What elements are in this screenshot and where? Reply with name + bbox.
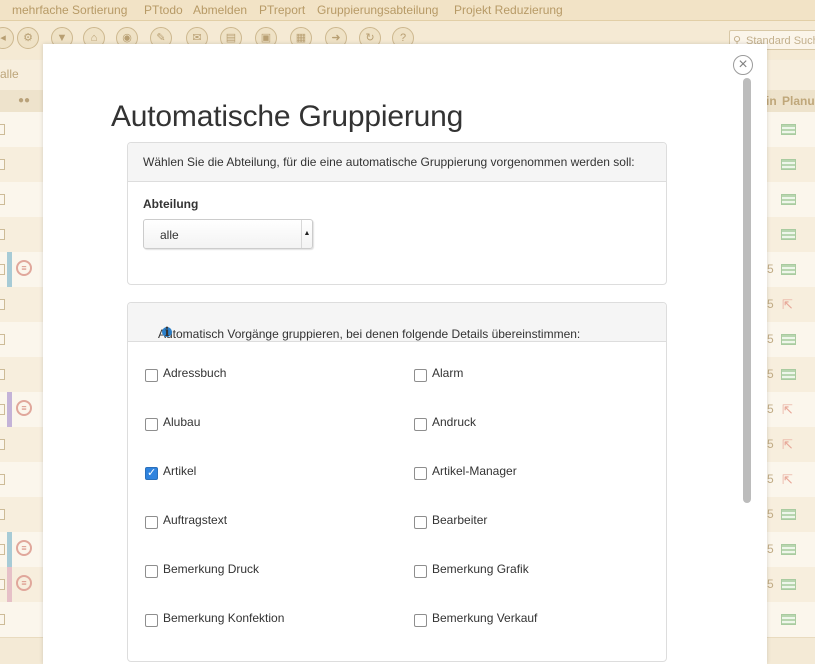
row-checkbox[interactable] [0, 264, 5, 275]
menu-item-ptreport[interactable]: PTreport [259, 3, 305, 17]
planning-icon [781, 159, 796, 170]
planning-icon [781, 509, 796, 520]
group-icon: ≡ [16, 400, 32, 416]
row-number: 5 [767, 437, 774, 451]
row-number: 5 [767, 577, 774, 591]
row-checkbox[interactable] [0, 474, 5, 485]
link-icon: ⇱ [782, 297, 793, 312]
row-checkbox[interactable] [0, 509, 5, 520]
column-header-in: in [766, 94, 777, 108]
row-checkbox[interactable] [0, 194, 5, 205]
planning-icon [781, 124, 796, 135]
checkbox-bemerkung-verkauf[interactable] [414, 614, 427, 627]
menu-item-gruppierungsabteilung[interactable]: Gruppierungsabteilung [317, 3, 438, 17]
row-checkbox[interactable] [0, 579, 5, 590]
checkbox-label: Bearbeiter [432, 513, 488, 527]
link-icon: ⇱ [782, 472, 793, 487]
abteilung-select[interactable]: alle ▲ [143, 219, 313, 249]
planning-icon [781, 264, 796, 275]
checkbox-alarm[interactable] [414, 369, 427, 382]
group-icon: ≡ [16, 540, 32, 556]
abteilung-label: Abteilung [143, 197, 199, 211]
modal-scrollbar-thumb[interactable] [743, 78, 751, 503]
row-flag [7, 252, 12, 287]
checkbox-label: Artikel-Manager [432, 464, 517, 478]
checkbox-adressbuch[interactable] [145, 369, 158, 382]
chevron-down-icon: ▲ [301, 220, 312, 248]
row-flag [7, 532, 12, 567]
row-number: 5 [767, 297, 774, 311]
row-checkbox[interactable] [0, 229, 5, 240]
checkbox-alubau[interactable] [145, 418, 158, 431]
checkbox-bemerkung-grafik[interactable] [414, 565, 427, 578]
department-panel: Wählen Sie die Abteilung, für die eine a… [127, 142, 667, 285]
checkbox-auftragstext[interactable] [145, 516, 158, 529]
row-checkbox[interactable] [0, 439, 5, 450]
row-checkbox[interactable] [0, 544, 5, 555]
abteilung-select-value: alle [160, 228, 179, 242]
department-panel-header: Wählen Sie die Abteilung, für die eine a… [128, 143, 666, 182]
menu-item-projekt-reduzierung[interactable]: Projekt Reduzierung [454, 3, 563, 17]
planning-icon [781, 614, 796, 625]
checkbox-label: Bemerkung Konfektion [163, 611, 285, 625]
checkbox-artikel[interactable] [145, 466, 158, 480]
link-icon: ⇱ [782, 402, 793, 417]
checkbox-bemerkung-druck[interactable] [145, 565, 158, 578]
checkbox-label: Bemerkung Druck [163, 562, 260, 576]
checkbox-artikel-manager[interactable] [414, 467, 427, 480]
row-checkbox[interactable] [0, 124, 5, 135]
row-number: 5 [767, 332, 774, 346]
details-panel-header: Automatisch Vorgänge gruppieren, bei den… [128, 303, 666, 342]
info-icon[interactable]: i [162, 326, 172, 338]
menu-item-pttodo[interactable]: PTtodo [144, 3, 183, 17]
column-header-planung: Planung [782, 94, 815, 108]
checkbox-bemerkung-konfektion[interactable] [145, 614, 158, 627]
department-panel-header-text: Wählen Sie die Abteilung, für die eine a… [143, 155, 635, 169]
close-icon[interactable]: × [733, 55, 753, 75]
toolbar-settings-icon[interactable]: ⚙ [17, 27, 39, 49]
details-panel: Automatisch Vorgänge gruppieren, bei den… [127, 302, 667, 662]
planning-icon [781, 369, 796, 380]
planning-icon [781, 194, 796, 205]
row-checkbox[interactable] [0, 614, 5, 625]
menu-item-mehrfache-sortierung[interactable]: mehrfache Sortierung [12, 3, 127, 17]
row-flag [7, 567, 12, 602]
menu-item-abmelden[interactable]: Abmelden [193, 3, 247, 17]
checkbox-label: Andruck [432, 415, 477, 429]
row-flag [7, 392, 12, 427]
group-icon: ≡ [16, 575, 32, 591]
row-number: 5 [767, 262, 774, 276]
checkbox-andruck[interactable] [414, 418, 427, 431]
checkbox-label: Auftragstext [163, 513, 228, 527]
planning-icon [781, 579, 796, 590]
row-checkbox[interactable] [0, 299, 5, 310]
row-number: 5 [767, 542, 774, 556]
planning-icon [781, 334, 796, 345]
checkbox-label: Bemerkung Grafik [432, 562, 529, 576]
row-number: 5 [767, 367, 774, 381]
planning-icon [781, 544, 796, 555]
checkbox-label: Bemerkung Verkauf [432, 611, 538, 625]
row-number: 5 [767, 402, 774, 416]
row-checkbox[interactable] [0, 404, 5, 415]
modal-title: Automatische Gruppierung [111, 100, 464, 133]
checkbox-label: Alubau [163, 415, 201, 429]
checkbox-label: Alarm [432, 366, 464, 380]
filter-label: alle [0, 67, 19, 81]
row-checkbox[interactable] [0, 159, 5, 170]
group-icon: ≡ [16, 260, 32, 276]
link-icon: ⇱ [782, 437, 793, 452]
checkbox-label: Adressbuch [163, 366, 227, 380]
row-number: 5 [767, 507, 774, 521]
row-number: 5 [767, 472, 774, 486]
people-icon: ●● [18, 95, 31, 106]
app-menubar: mehrfache Sortierung PTtodo Abmelden PTr… [0, 0, 815, 21]
toolbar-back-icon[interactable]: ◂ [0, 27, 14, 49]
checkbox-label: Artikel [163, 464, 197, 478]
row-checkbox[interactable] [0, 334, 5, 345]
planning-icon [781, 229, 796, 240]
row-checkbox[interactable] [0, 369, 5, 380]
checkbox-bearbeiter[interactable] [414, 516, 427, 529]
